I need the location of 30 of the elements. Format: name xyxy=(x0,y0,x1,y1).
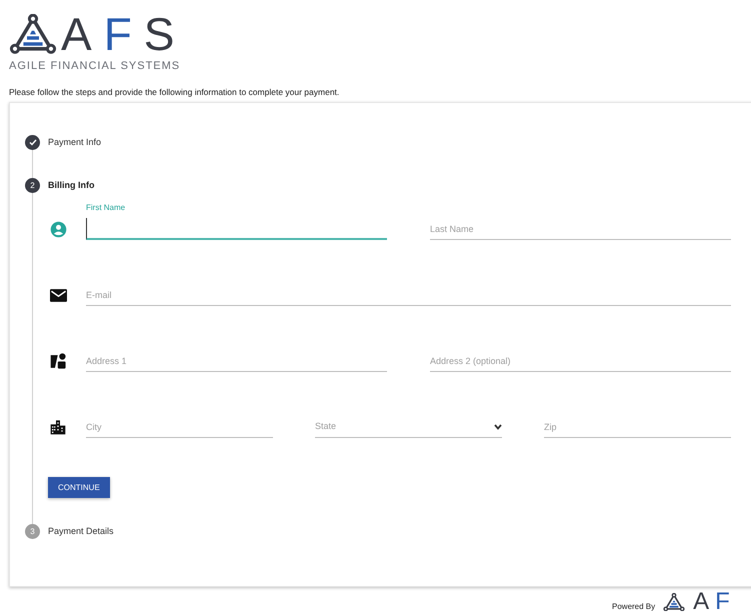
logo-letter: F xyxy=(104,11,132,57)
input-field[interactable]: City xyxy=(86,416,273,438)
step-title[interactable]: Payment Details xyxy=(48,524,114,538)
check-icon xyxy=(28,139,36,146)
step-indicator: 2 xyxy=(25,178,40,193)
mail-icon xyxy=(50,288,66,302)
shapes-icon xyxy=(50,352,66,370)
logo-tagline: AGILE FINANCIAL SYSTEMS xyxy=(9,59,182,74)
logo-letter: A xyxy=(61,11,92,57)
logo-triangle-icon xyxy=(9,14,57,54)
buildings-icon xyxy=(50,419,66,435)
field-label: First Name xyxy=(86,202,126,214)
step-title[interactable]: Payment Info xyxy=(48,136,102,150)
input-field[interactable]: E-mail xyxy=(86,284,731,306)
powered-by-text: Powered By xyxy=(612,601,656,612)
intro-text: Please follow the steps and provide the following information to complete your payment. xyxy=(9,86,340,98)
input-field[interactable]: Zip xyxy=(544,416,731,438)
input-field[interactable]: Address 2 (optional) xyxy=(430,350,731,372)
continue-button[interactable]: CONTINUE xyxy=(48,477,110,498)
logo-letter: A xyxy=(693,590,710,612)
chevron-down-icon xyxy=(494,424,502,430)
logo-letter: F xyxy=(715,590,730,612)
step-indicator: 3 xyxy=(25,524,40,539)
person-icon xyxy=(50,220,66,238)
input-field[interactable]: Last Name xyxy=(430,218,731,240)
select-placeholder: State xyxy=(315,420,336,433)
input-field[interactable] xyxy=(86,218,387,240)
input-field[interactable]: Address 1 xyxy=(86,350,387,372)
step-title[interactable]: Billing Info xyxy=(48,178,94,192)
logo-letter: S xyxy=(144,11,174,57)
